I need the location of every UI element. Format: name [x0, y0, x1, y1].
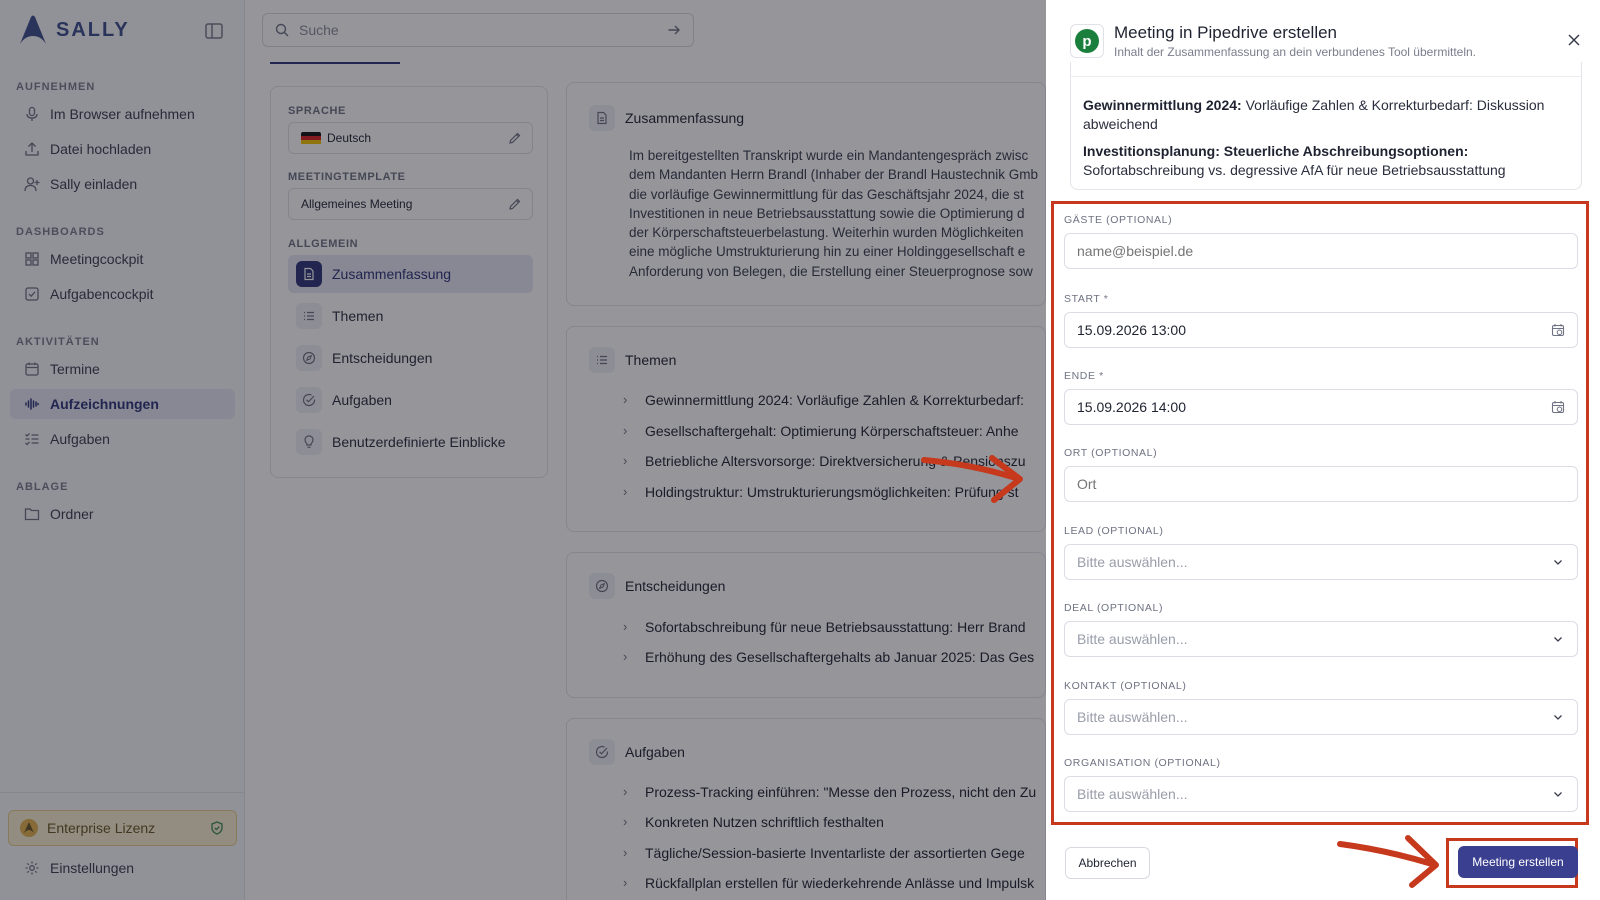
panel-subtitle: Inhalt der Zusammenfassung an dein verbu… [1114, 45, 1476, 59]
panel-title: Meeting in Pipedrive erstellen [1114, 23, 1338, 42]
organisation-label: ORGANISATION (OPTIONAL) [1064, 757, 1221, 769]
annotation-arrow-icon [921, 455, 1023, 503]
lead-value: Bitte auswählen... [1077, 554, 1188, 570]
contact-select[interactable]: Bitte auswählen... [1064, 699, 1578, 735]
pipedrive-logo: p [1070, 24, 1104, 58]
deal-select[interactable]: Bitte auswählen... [1064, 621, 1578, 657]
deal-label: DEAL (OPTIONAL) [1064, 602, 1164, 614]
pipedrive-icon: p [1075, 29, 1099, 53]
start-datetime-field[interactable]: 15.09.2026 13:00 [1064, 312, 1578, 348]
lead-select[interactable]: Bitte auswählen... [1064, 544, 1578, 580]
guests-input[interactable] [1064, 233, 1578, 269]
end-datetime-field[interactable]: 15.09.2026 14:00 [1064, 389, 1578, 425]
lead-label: LEAD (OPTIONAL) [1064, 525, 1164, 537]
chevron-down-icon [1554, 715, 1562, 720]
end-value: 15.09.2026 14:00 [1077, 399, 1186, 415]
summary-preview: Gewinnermittlung 2024: Vorläufige Zahlen… [1070, 62, 1582, 190]
location-input[interactable] [1064, 466, 1578, 502]
location-label: ORT (OPTIONAL) [1064, 447, 1158, 459]
start-value: 15.09.2026 13:00 [1077, 322, 1186, 338]
calendar-clock-icon[interactable] [1551, 323, 1565, 337]
annotation-arrow-icon [1337, 835, 1439, 888]
summary-preview-text: Sofortabschreibung vs. degressive AfA fü… [1083, 162, 1506, 178]
calendar-clock-icon[interactable] [1551, 400, 1565, 414]
summary-preview-heading: Gewinnermittlung 2024: [1083, 97, 1242, 113]
chevron-down-icon [1554, 792, 1562, 797]
chevron-down-icon [1554, 560, 1562, 565]
guests-label: GÄSTE (OPTIONAL) [1064, 214, 1173, 226]
modal-backdrop[interactable] [0, 0, 1046, 900]
cancel-button[interactable]: Abbrechen [1065, 847, 1150, 879]
summary-preview-heading: Investitionsplanung: Steuerliche Abschre… [1083, 143, 1469, 159]
contact-value: Bitte auswählen... [1077, 709, 1188, 725]
chevron-down-icon [1554, 637, 1562, 642]
organisation-value: Bitte auswählen... [1077, 786, 1188, 802]
end-label: ENDE * [1064, 370, 1104, 382]
organisation-select[interactable]: Bitte auswählen... [1064, 776, 1578, 812]
summary-preview-item: Investitionsplanung: Steuerliche Abschre… [1083, 142, 1563, 180]
pipedrive-logo-letter: p [1082, 33, 1091, 50]
deal-value: Bitte auswählen... [1077, 631, 1188, 647]
start-label: START * [1064, 293, 1109, 305]
summary-preview-divider [1071, 76, 1581, 77]
create-meeting-button[interactable]: Meeting erstellen [1458, 846, 1578, 878]
contact-label: KONTAKT (OPTIONAL) [1064, 680, 1187, 692]
close-icon[interactable] [1565, 31, 1583, 49]
summary-preview-item: Gewinnermittlung 2024: Vorläufige Zahlen… [1083, 96, 1563, 134]
